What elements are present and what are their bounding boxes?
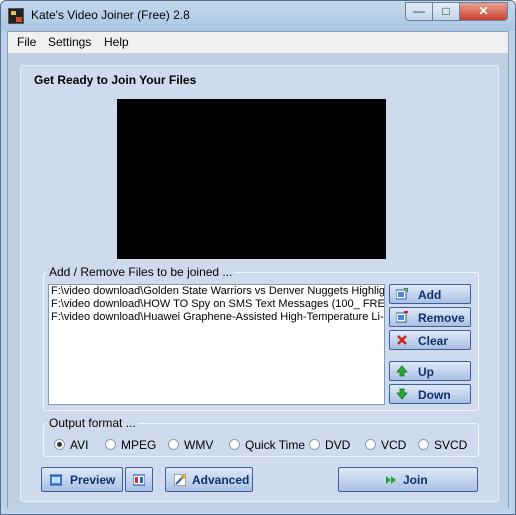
- clear-button-label: Clear: [418, 334, 449, 348]
- file-list[interactable]: F:\video download\Golden State Warriors …: [48, 284, 385, 405]
- down-button-label: Down: [418, 388, 451, 402]
- down-button[interactable]: Down: [389, 384, 471, 404]
- format-label: SVCD: [434, 438, 468, 452]
- window-title: Kate's Video Joiner (Free) 2.8: [31, 8, 190, 22]
- radio-svcd[interactable]: [418, 439, 429, 450]
- radio-quicktime[interactable]: [229, 439, 240, 450]
- main-content: Get Ready to Join Your Files Add / Remov…: [8, 53, 508, 508]
- remove-button-label: Remove: [418, 311, 465, 325]
- format-label: MPEG: [121, 438, 157, 452]
- menu-settings[interactable]: Settings: [48, 35, 91, 49]
- close-button[interactable]: ✕: [459, 2, 508, 21]
- client-area: File Settings Help Get Ready to Join You…: [7, 31, 509, 508]
- radio-avi[interactable]: [54, 439, 65, 450]
- file-list-item[interactable]: F:\video download\Huawei Graphene-Assist…: [49, 311, 384, 324]
- maximize-button[interactable]: □: [432, 2, 460, 21]
- preview-button-label: Preview: [70, 473, 116, 487]
- advanced-button[interactable]: Advanced: [165, 467, 253, 492]
- join-arrows-icon: [386, 476, 396, 484]
- output-format-label: Output format ...: [47, 416, 138, 430]
- title-bar[interactable]: Kate's Video Joiner (Free) 2.8 — □ ✕: [1, 1, 515, 31]
- add-button-label: Add: [418, 288, 442, 302]
- panel-title: Get Ready to Join Your Files: [34, 73, 197, 87]
- arrow-up-icon: [396, 365, 408, 377]
- preview-window-button[interactable]: [125, 467, 153, 492]
- app-window: Kate's Video Joiner (Free) 2.8 — □ ✕ Fil…: [0, 0, 516, 515]
- join-panel: Get Ready to Join Your Files Add / Remov…: [20, 65, 499, 502]
- radio-mpeg[interactable]: [105, 439, 116, 450]
- app-logo-icon: [8, 8, 24, 24]
- file-list-item[interactable]: F:\video download\Golden State Warriors …: [49, 285, 384, 298]
- up-button-label: Up: [418, 365, 434, 379]
- arrow-down-icon: [396, 388, 408, 400]
- clear-button[interactable]: Clear: [389, 330, 471, 350]
- filmstrip-icon: [133, 474, 145, 486]
- preview-button[interactable]: Preview: [41, 467, 123, 492]
- file-list-item[interactable]: F:\video download\HOW TO Spy on SMS Text…: [49, 298, 384, 311]
- menu-bar: File Settings Help: [8, 32, 508, 52]
- radio-dvd[interactable]: [309, 439, 320, 450]
- format-label: VCD: [381, 438, 407, 452]
- remove-button[interactable]: Remove: [389, 307, 471, 327]
- advanced-button-label: Advanced: [192, 473, 250, 487]
- radio-vcd[interactable]: [365, 439, 376, 450]
- add-button[interactable]: Add: [389, 284, 471, 304]
- format-label: WMV: [184, 438, 214, 452]
- menu-file[interactable]: File: [17, 35, 36, 49]
- settings-tools-icon: [174, 474, 186, 486]
- clear-x-icon: [397, 335, 407, 345]
- video-preview: [117, 99, 386, 259]
- remove-file-icon: [396, 311, 408, 323]
- menu-help[interactable]: Help: [104, 35, 129, 49]
- minimize-button[interactable]: —: [405, 2, 433, 21]
- up-button[interactable]: Up: [389, 361, 471, 381]
- radio-wmv[interactable]: [168, 439, 179, 450]
- add-file-icon: [396, 288, 408, 300]
- format-label: AVI: [70, 438, 89, 452]
- files-group-label: Add / Remove Files to be joined ...: [47, 265, 235, 279]
- format-label: DVD: [325, 438, 351, 452]
- preview-icon: [50, 474, 62, 486]
- join-button[interactable]: Join: [338, 467, 478, 492]
- join-button-label: Join: [403, 473, 428, 487]
- format-label: Quick Time: [245, 438, 306, 452]
